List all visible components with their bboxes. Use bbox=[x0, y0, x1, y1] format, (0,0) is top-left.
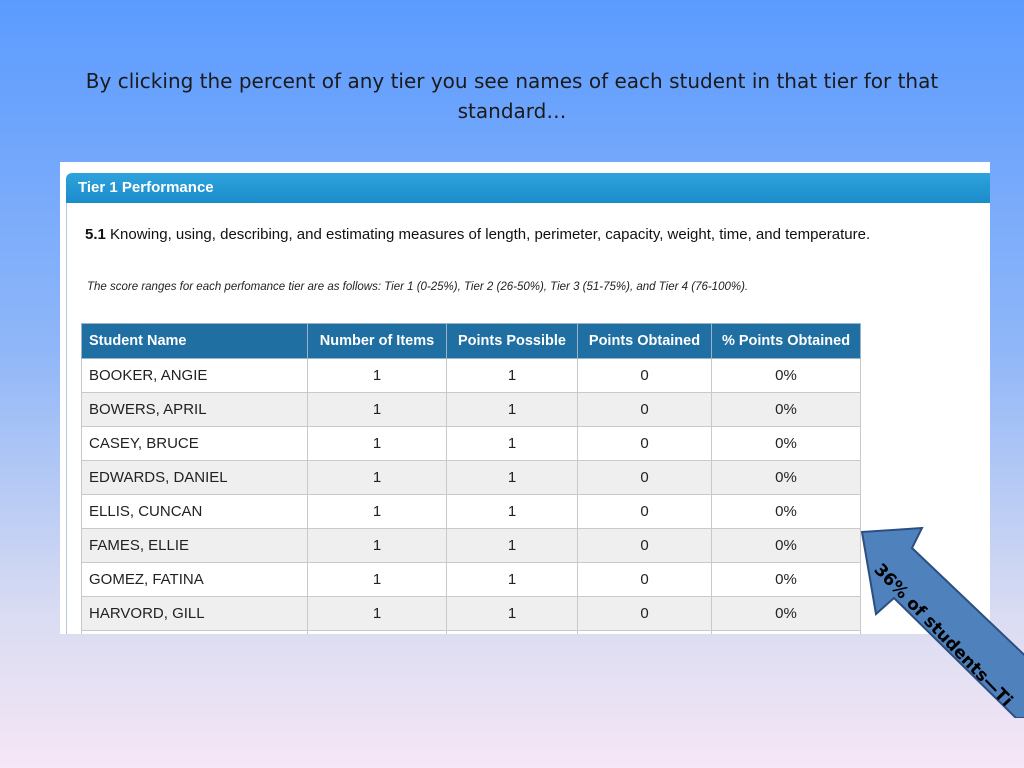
table-header-row: Student Name Number of Items Points Poss… bbox=[81, 323, 861, 359]
points-possible-cell: 1 bbox=[446, 562, 578, 597]
points-obtained-cell: 0 bbox=[577, 562, 712, 597]
points-possible-cell: 1 bbox=[446, 528, 578, 563]
table-row: ELLIS, CUNCAN 1 1 0 0% bbox=[81, 494, 861, 529]
points-obtained-cell: 0 bbox=[577, 528, 712, 563]
points-possible-cell: 1 bbox=[446, 494, 578, 529]
student-name-cell: HARVORD, GILL bbox=[81, 596, 308, 631]
points-obtained-cell: 0 bbox=[577, 392, 712, 427]
table-row: GOMEZ, FATINA 1 1 0 0% bbox=[81, 562, 861, 597]
panel-header: Tier 1 Performance bbox=[66, 173, 990, 203]
table-row: EDWARDS, DANIEL 1 1 0 0% bbox=[81, 460, 861, 495]
slide-title: By clicking the percent of any tier you … bbox=[85, 69, 939, 123]
student-name-cell: CASEY, BRUCE bbox=[81, 426, 308, 461]
items-cell: 1 bbox=[307, 528, 447, 563]
items-cell-partial bbox=[307, 630, 447, 634]
points-obtained-cell: 0 bbox=[577, 358, 712, 393]
table-row: CASEY, BRUCE 1 1 0 0% bbox=[81, 426, 861, 461]
student-scores-table: Student Name Number of Items Points Poss… bbox=[81, 323, 861, 634]
points-possible-cell: 1 bbox=[446, 392, 578, 427]
table-row: BOOKER, ANGIE 1 1 0 0% bbox=[81, 358, 861, 393]
items-cell: 1 bbox=[307, 562, 447, 597]
student-name-cell: EDWARDS, DANIEL bbox=[81, 460, 308, 495]
percent-obtained-cell: 0% bbox=[711, 426, 861, 461]
points-obtained-cell: 0 bbox=[577, 426, 712, 461]
table-row: BOWERS, APRIL 1 1 0 0% bbox=[81, 392, 861, 427]
items-cell: 1 bbox=[307, 392, 447, 427]
items-cell: 1 bbox=[307, 358, 447, 393]
panel-title: Tier 1 Performance bbox=[78, 179, 214, 196]
header-percent-points-obtained[interactable]: % Points Obtained bbox=[711, 323, 861, 359]
standard-text: Knowing, using, describing, and estimati… bbox=[110, 226, 871, 243]
table-row: HARVORD, GILL 1 1 0 0% bbox=[81, 596, 861, 631]
standard-heading: 5.1 Knowing, using, describing, and esti… bbox=[85, 226, 870, 243]
items-cell: 1 bbox=[307, 494, 447, 529]
table-row bbox=[81, 630, 861, 634]
items-cell: 1 bbox=[307, 596, 447, 631]
percent-obtained-cell: 0% bbox=[711, 392, 861, 427]
percent-obtained-cell: 0% bbox=[711, 460, 861, 495]
items-cell: 1 bbox=[307, 426, 447, 461]
points-possible-cell-partial bbox=[446, 630, 578, 634]
student-name-cell: ELLIS, CUNCAN bbox=[81, 494, 308, 529]
header-number-of-items[interactable]: Number of Items bbox=[307, 323, 447, 359]
student-name-cell-partial bbox=[81, 630, 308, 634]
student-name-cell: BOWERS, APRIL bbox=[81, 392, 308, 427]
points-possible-cell: 1 bbox=[446, 426, 578, 461]
header-points-obtained[interactable]: Points Obtained bbox=[577, 323, 712, 359]
points-obtained-cell: 0 bbox=[577, 596, 712, 631]
header-points-possible[interactable]: Points Possible bbox=[446, 323, 578, 359]
percent-obtained-cell: 0% bbox=[711, 358, 861, 393]
student-name-cell: FAMES, ELLIE bbox=[81, 528, 308, 563]
points-possible-cell: 1 bbox=[446, 358, 578, 393]
points-possible-cell: 1 bbox=[446, 596, 578, 631]
table-row: FAMES, ELLIE 1 1 0 0% bbox=[81, 528, 861, 563]
student-name-cell: BOOKER, ANGIE bbox=[81, 358, 308, 393]
points-obtained-cell: 0 bbox=[577, 494, 712, 529]
student-name-cell: GOMEZ, FATINA bbox=[81, 562, 308, 597]
points-obtained-cell-partial bbox=[577, 630, 712, 634]
points-possible-cell: 1 bbox=[446, 460, 578, 495]
tier-ranges-note: The score ranges for each perfomance tie… bbox=[87, 281, 749, 293]
points-obtained-cell: 0 bbox=[577, 460, 712, 495]
header-student-name[interactable]: Student Name bbox=[81, 323, 308, 359]
items-cell: 1 bbox=[307, 460, 447, 495]
standard-number: 5.1 bbox=[85, 226, 106, 243]
